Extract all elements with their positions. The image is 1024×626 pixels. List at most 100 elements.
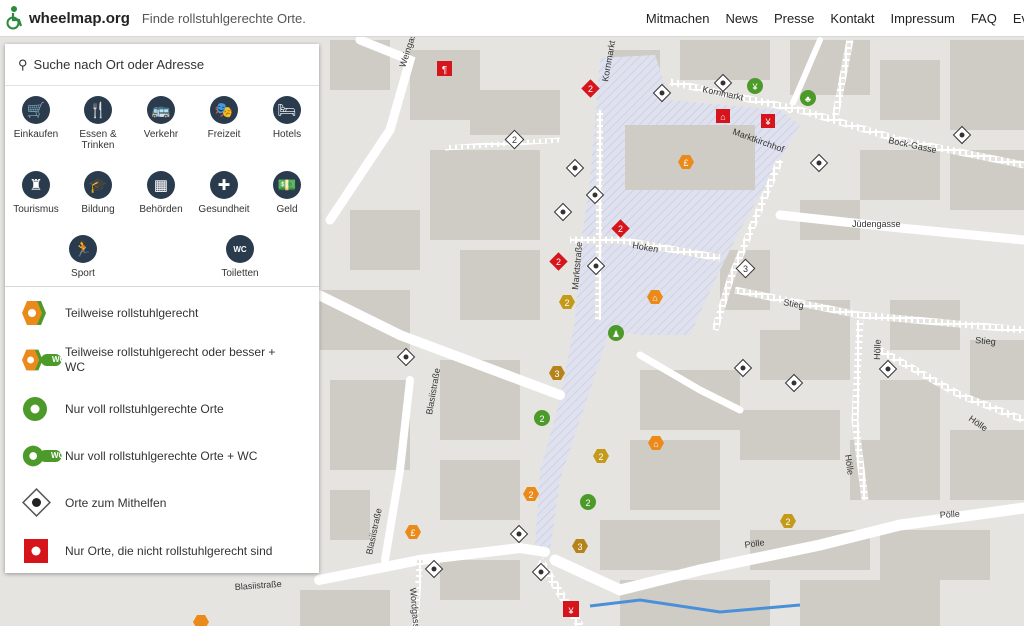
- legend-unknown[interactable]: Orte zum Mithelfen: [5, 488, 319, 518]
- tagline: Finde rollstuhlgerechte Orte.: [141, 10, 306, 26]
- nav-impressum[interactable]: Impressum: [891, 11, 955, 26]
- money-icon: 💵: [273, 171, 301, 199]
- svg-text:2: 2: [512, 135, 517, 145]
- svg-text:⌂: ⌂: [720, 112, 725, 122]
- svg-text:2: 2: [564, 298, 569, 308]
- svg-text:2: 2: [528, 490, 533, 500]
- filter-panel: ⚲ 🛒 Einkaufen 🍴 Essen & Trinken 🚌 Verkeh…: [5, 44, 319, 573]
- category-geld[interactable]: 💵 Geld: [256, 171, 318, 215]
- svg-text:3: 3: [554, 369, 559, 379]
- category-label: Toiletten: [221, 268, 259, 279]
- not-accessible-marker[interactable]: ¥: [761, 114, 775, 128]
- full-accessible-marker[interactable]: ♟: [608, 325, 624, 341]
- not-accessible-marker[interactable]: ¶: [437, 61, 452, 76]
- street-label: Pölle: [939, 509, 960, 520]
- category-grid: 🛒 Einkaufen 🍴 Essen & Trinken 🚌 Verkehr …: [5, 86, 319, 287]
- legend-not-accessible[interactable]: Nur Orte, die nicht rollstuhlgerecht sin…: [5, 536, 319, 566]
- category-label: Essen & Trinken: [79, 129, 117, 151]
- legend-partial-wc[interactable]: WC Teilweise rollstuhlgerecht oder besse…: [5, 342, 319, 378]
- category-label: Sport: [71, 268, 95, 279]
- partial-wc-marker-icon: WC: [5, 347, 65, 373]
- svg-text:£: £: [410, 528, 415, 538]
- svg-text:¥: ¥: [764, 117, 771, 127]
- svg-text:¥: ¥: [567, 606, 574, 616]
- nav-mitmachen[interactable]: Mitmachen: [646, 11, 710, 26]
- nav-kontakt[interactable]: Kontakt: [830, 11, 874, 26]
- category-einkaufen[interactable]: 🛒 Einkaufen: [5, 96, 67, 140]
- logo[interactable]: wheelmap.org: [5, 5, 130, 31]
- category-label: Geld: [276, 204, 298, 215]
- not-accessible-marker[interactable]: ⌂: [716, 109, 730, 123]
- wheelchair-logo-icon: [5, 5, 25, 31]
- svg-text:£: £: [683, 158, 688, 168]
- runner-icon: 🏃: [69, 235, 97, 263]
- svg-text:3: 3: [577, 542, 582, 552]
- full-wc-marker-icon: WC: [5, 443, 65, 469]
- search-icon: ⚲: [18, 56, 28, 72]
- category-tourismus[interactable]: ♜ Tourismus: [5, 171, 67, 215]
- main-nav: Mitmachen News Presse Kontakt Impressum …: [630, 0, 1024, 37]
- category-label: Freizeit: [207, 129, 241, 140]
- category-verkehr[interactable]: 🚌 Verkehr: [130, 96, 192, 140]
- bed-icon: 🛏: [273, 96, 301, 124]
- top-header: wheelmap.org Finde rollstuhlgerechte Ort…: [0, 0, 1024, 37]
- logo-text: wheelmap.org: [29, 9, 130, 27]
- category-label: Verkehr: [143, 129, 179, 140]
- svg-text:⌂: ⌂: [653, 439, 658, 449]
- svg-text:♣: ♣: [805, 94, 811, 104]
- castle-icon: ♜: [22, 171, 50, 199]
- category-toiletten[interactable]: WC Toiletten: [209, 235, 271, 279]
- full-accessible-marker[interactable]: ♣: [800, 90, 816, 106]
- plus-icon: ✚: [210, 171, 238, 199]
- category-sport[interactable]: 🏃 Sport: [52, 235, 114, 279]
- masks-icon: 🎭: [210, 96, 238, 124]
- full-marker-icon: [5, 396, 65, 422]
- category-gesundheit[interactable]: ✚ Gesundheit: [193, 171, 255, 215]
- street-label: Hölle: [872, 339, 883, 360]
- svg-text:¶: ¶: [442, 65, 447, 76]
- legend-label: Teilweise rollstuhlgerecht oder besser +…: [65, 345, 276, 374]
- svg-text:2: 2: [556, 257, 561, 267]
- nav-news[interactable]: News: [725, 11, 758, 26]
- legend-label: Nur voll rollstuhlgerechte Orte: [65, 401, 224, 416]
- street-label: Jüdengasse: [852, 219, 901, 229]
- legend-full-wc[interactable]: WC Nur voll rollstuhlgerechte Orte + WC: [5, 441, 319, 471]
- building-icon: ▦: [147, 171, 175, 199]
- full-accessible-cluster-marker[interactable]: 2: [580, 494, 596, 510]
- svg-text:2: 2: [785, 517, 790, 527]
- full-accessible-cluster-marker[interactable]: 2: [534, 410, 550, 426]
- svg-text:2: 2: [585, 498, 590, 508]
- category-hotels[interactable]: 🛏 Hotels: [256, 96, 318, 140]
- legend-label: Teilweise rollstuhlgerecht: [65, 305, 199, 320]
- legend-partial[interactable]: Teilweise rollstuhlgerecht: [5, 298, 319, 328]
- category-behoerden[interactable]: ▦ Behörden: [130, 171, 192, 215]
- category-label: Tourismus: [13, 204, 59, 215]
- category-essen-trinken[interactable]: 🍴 Essen & Trinken: [67, 96, 129, 151]
- nav-events[interactable]: Ev: [1013, 11, 1024, 26]
- category-label: Gesundheit: [198, 204, 250, 215]
- search-bar[interactable]: ⚲: [5, 44, 319, 86]
- svg-text:2: 2: [588, 84, 593, 94]
- category-label: Einkaufen: [13, 129, 59, 140]
- svg-text:♟: ♟: [612, 329, 620, 339]
- svg-text:2: 2: [598, 452, 603, 462]
- category-label: Behörden: [139, 204, 183, 215]
- legend-label: Nur Orte, die nicht rollstuhlgerecht sin…: [65, 543, 273, 558]
- category-freizeit[interactable]: 🎭 Freizeit: [193, 96, 255, 140]
- not-accessible-marker[interactable]: ¥: [563, 601, 579, 617]
- full-accessible-marker[interactable]: ¥: [747, 78, 763, 94]
- graduation-cap-icon: 🎓: [84, 171, 112, 199]
- legend-label: Orte zum Mithelfen: [65, 495, 167, 510]
- svg-text:3: 3: [743, 264, 748, 274]
- search-input[interactable]: [33, 57, 294, 72]
- nav-presse[interactable]: Presse: [774, 11, 814, 26]
- category-label: Bildung: [81, 204, 115, 215]
- nav-faq[interactable]: FAQ: [971, 11, 997, 26]
- wc-icon: WC: [226, 235, 254, 263]
- shopping-cart-icon: 🛒: [22, 96, 50, 124]
- fork-knife-icon: 🍴: [84, 96, 112, 124]
- legend-label: Nur voll rollstuhlgerechte Orte + WC: [65, 448, 258, 463]
- svg-text:¥: ¥: [751, 82, 758, 92]
- legend-full[interactable]: Nur voll rollstuhlgerechte Orte: [5, 394, 319, 424]
- category-bildung[interactable]: 🎓 Bildung: [67, 171, 129, 215]
